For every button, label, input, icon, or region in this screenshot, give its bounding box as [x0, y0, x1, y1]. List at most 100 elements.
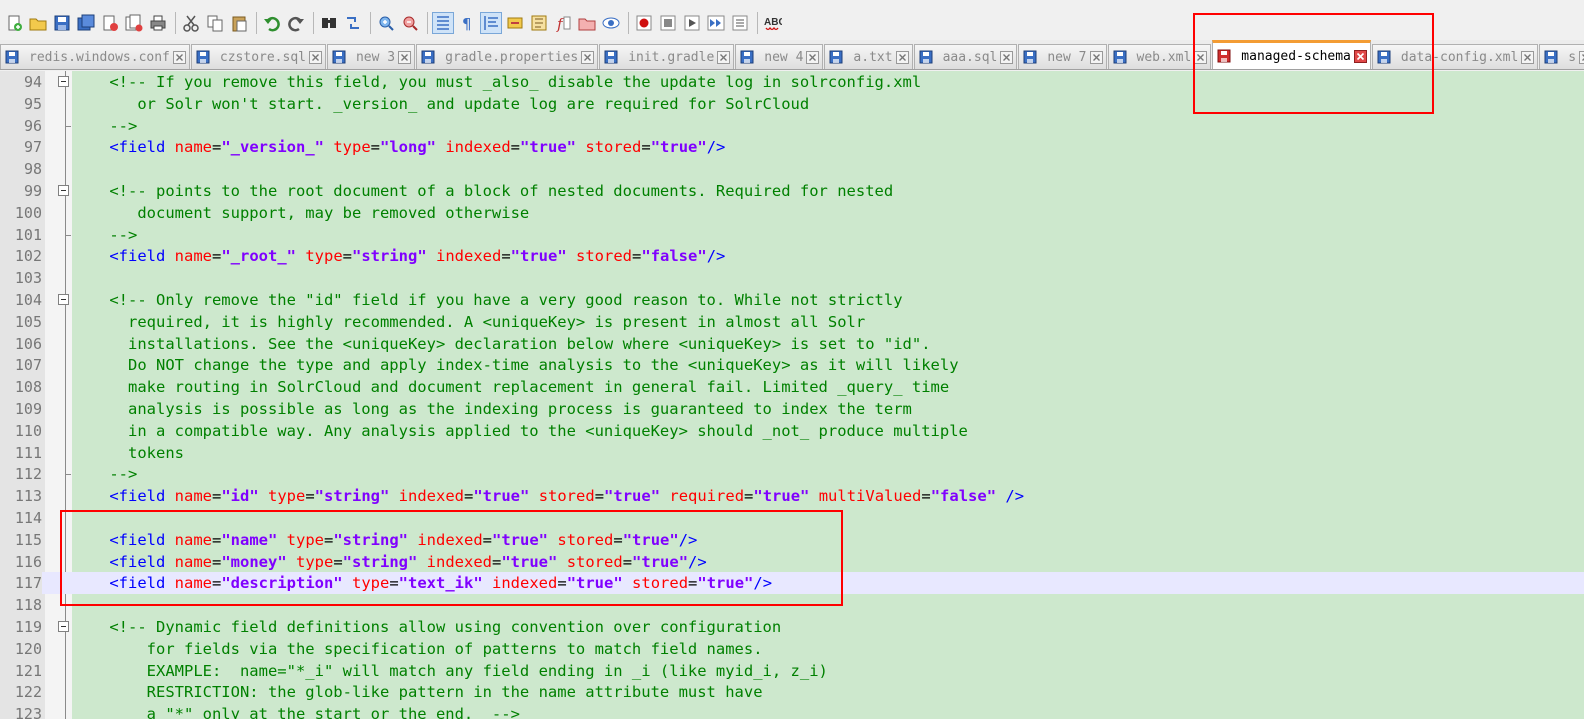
code-line[interactable]: 100 document support, may be removed oth… [0, 202, 1584, 224]
tab-new-7[interactable]: new 7 [1018, 44, 1107, 69]
code-line[interactable]: 120 for fields via the specification of … [0, 638, 1584, 660]
record-macro-icon [636, 15, 652, 30]
fold-collapse-icon[interactable] [58, 621, 69, 632]
code-line[interactable]: 114 [0, 507, 1584, 529]
code-line[interactable]: 107 Do NOT change the type and apply ind… [0, 354, 1584, 376]
code-line[interactable]: 104 <!-- Only remove the "id" field if y… [0, 289, 1584, 311]
code-line[interactable]: 116 <field name="money" type="string" in… [0, 551, 1584, 573]
monitoring-button[interactable] [600, 12, 622, 34]
tab-redis-windows-conf[interactable]: redis.windows.conf [0, 44, 190, 69]
tab-s[interactable]: s [1539, 44, 1584, 69]
close-all-button[interactable] [123, 12, 145, 34]
code-line[interactable]: 95 or Solr won't start. _version_ and up… [0, 93, 1584, 115]
close-icon[interactable] [1353, 49, 1367, 63]
find-button[interactable] [318, 12, 340, 34]
code-line[interactable]: 109 analysis is possible as long as the … [0, 398, 1584, 420]
close-icon[interactable] [895, 50, 909, 64]
tab-new-3[interactable]: new 3 [326, 44, 416, 69]
play-macro-button[interactable] [681, 12, 703, 34]
code-line[interactable]: 119 <!-- Dynamic field definitions allow… [0, 616, 1584, 638]
tab-gradle-properties[interactable]: gradle.properties [416, 44, 599, 69]
play-multiple-button[interactable] [705, 12, 727, 34]
close-icon[interactable] [308, 50, 322, 64]
code-line[interactable]: 121 EXAMPLE: name="*_i" will match any f… [0, 660, 1584, 682]
save-all-button[interactable] [75, 12, 97, 34]
indent-guide-button[interactable] [480, 11, 502, 34]
close-icon[interactable] [581, 50, 595, 64]
code-line[interactable]: 117 <field name="description" type="text… [0, 572, 1584, 595]
close-icon[interactable] [172, 50, 186, 64]
save-icon [54, 15, 70, 30]
code-line[interactable]: 98 [0, 158, 1584, 180]
code-editor[interactable]: 94 <!-- If you remove this field, you mu… [0, 71, 1584, 719]
code-line[interactable]: 105 required, it is highly recommended. … [0, 311, 1584, 333]
folder-workspace-button[interactable] [576, 12, 598, 34]
code-line[interactable]: 122 RESTRICTION: the glob-like pattern i… [0, 681, 1584, 703]
cut-button[interactable] [180, 12, 202, 34]
undo-button[interactable] [261, 12, 283, 34]
tab-data-config-xml[interactable]: data-config.xml [1371, 44, 1539, 69]
tab-new-4[interactable]: new 4 [735, 44, 824, 69]
spell-check-button[interactable]: ABC [762, 12, 784, 34]
close-icon[interactable] [398, 50, 412, 64]
code-line[interactable]: 101 --> [0, 224, 1584, 246]
tab-web-xml[interactable]: web.xml [1107, 44, 1212, 69]
close-icon[interactable] [1000, 50, 1014, 64]
code-line[interactable]: 113 <field name="id" type="string" index… [0, 485, 1584, 507]
code-line[interactable]: 106 installations. See the <uniqueKey> d… [0, 333, 1584, 355]
close-icon[interactable] [1089, 50, 1103, 64]
user-language-button[interactable] [504, 12, 526, 34]
sync-vertical-button[interactable] [432, 11, 454, 34]
line-number: 112 [14, 465, 42, 484]
close-file-button[interactable] [99, 12, 121, 34]
zoom-out-button[interactable] [399, 12, 421, 34]
show-all-chars-button[interactable]: ¶ [456, 12, 478, 34]
fold-collapse-icon[interactable] [58, 185, 69, 196]
xml-attribute-value: "string" [352, 247, 427, 266]
fold-collapse-icon[interactable] [58, 294, 69, 305]
zoom-in-button[interactable] [375, 12, 397, 34]
code-line[interactable]: 115 <field name="name" type="string" ind… [0, 529, 1584, 551]
code-line[interactable]: 99 <!-- points to the root document of a… [0, 180, 1584, 202]
close-icon[interactable] [1579, 50, 1584, 64]
open-file-button[interactable] [27, 12, 49, 34]
tab-aaa-sql[interactable]: aaa.sql [913, 44, 1018, 69]
doc-map-button[interactable] [528, 12, 550, 34]
code-line[interactable]: 94 <!-- If you remove this field, you mu… [0, 71, 1584, 93]
stop-macro-button[interactable] [657, 12, 679, 34]
code-line[interactable]: 112 --> [0, 463, 1584, 485]
code-line[interactable]: 97 <field name="_version_" type="long" i… [0, 136, 1584, 158]
code-line[interactable]: 111 tokens [0, 442, 1584, 464]
xml-attribute: type [268, 487, 306, 506]
replace-button[interactable] [342, 12, 364, 34]
code-line[interactable]: 96 --> [0, 115, 1584, 137]
tab-a-txt[interactable]: a.txt [824, 44, 913, 69]
code-line[interactable]: 110 in a compatible way. Any analysis ap… [0, 420, 1584, 442]
save-button[interactable] [51, 12, 73, 34]
fold-collapse-icon[interactable] [58, 76, 69, 87]
comment-text: in a compatible way. Any analysis applie… [72, 421, 968, 440]
close-icon[interactable] [806, 50, 820, 64]
close-icon[interactable] [1521, 50, 1535, 64]
code-line[interactable]: 102 <field name="_root_" type="string" i… [0, 245, 1584, 267]
redo-button[interactable] [285, 12, 307, 34]
close-icon[interactable] [717, 50, 731, 64]
xml-attribute-value: "true" [566, 574, 623, 593]
save-macro-button[interactable] [729, 12, 751, 34]
record-macro-button[interactable] [633, 12, 655, 34]
paste-button[interactable] [228, 12, 250, 34]
comment-text: <!-- Only remove the "id" field if you h… [72, 291, 903, 309]
tab-init-gradle[interactable]: init.gradle [599, 44, 735, 69]
code-line[interactable]: 103 [0, 267, 1584, 289]
code-line[interactable]: 123 a "*" only at the start or the end. … [0, 703, 1584, 719]
new-file-button[interactable] [3, 12, 25, 34]
toolbar-separator [757, 11, 758, 34]
code-line[interactable]: 108 make routing in SolrCloud and docume… [0, 376, 1584, 398]
tab-managed-schema[interactable]: managed-schema [1212, 40, 1371, 69]
tab-czstore-sql[interactable]: czstore.sql [190, 44, 326, 69]
copy-button[interactable] [204, 12, 226, 34]
code-line[interactable]: 118 [0, 594, 1584, 616]
function-list-button[interactable]: f [552, 12, 574, 34]
close-icon[interactable] [1194, 50, 1208, 64]
print-button[interactable] [147, 12, 169, 34]
